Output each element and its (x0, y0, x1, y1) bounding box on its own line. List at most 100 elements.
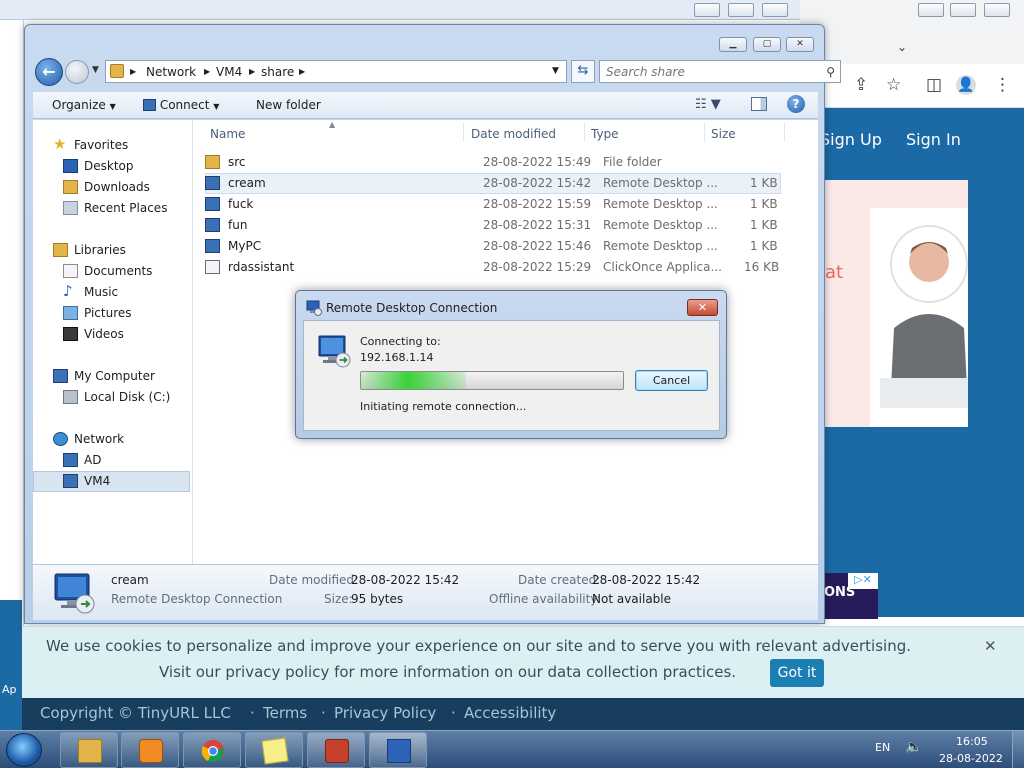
file-row-rdassistant[interactable]: rdassistant 28-08-2022 15:29 ClickOnce A… (205, 257, 781, 278)
nav-music[interactable]: ♪ Music (33, 282, 190, 303)
preview-pane-icon[interactable] (751, 97, 767, 111)
footer-privacy-link[interactable]: Privacy Policy (334, 704, 436, 722)
language-indicator[interactable]: EN (875, 741, 890, 754)
connect-label: Connect (159, 98, 210, 112)
nav-libraries[interactable]: Libraries (33, 240, 190, 261)
column-divider[interactable] (704, 122, 705, 142)
column-header-size[interactable]: Size (711, 127, 736, 141)
explorer-minimize-button[interactable]: ▁ (719, 37, 747, 52)
back-button[interactable]: ← (35, 58, 63, 86)
taskbar-remote-desktop-connection[interactable] (369, 732, 427, 768)
sign-in-link[interactable]: Sign In (906, 130, 961, 149)
breadcrumb-share[interactable]: share (261, 65, 294, 79)
recent-pages-dropdown-icon[interactable]: ▼ (92, 65, 99, 75)
nav-desktop[interactable]: Desktop (33, 156, 190, 177)
nav-vm4[interactable]: VM4 (33, 471, 190, 492)
start-button[interactable] (6, 733, 42, 767)
breadcrumb-network[interactable]: Network (146, 65, 196, 79)
footer-accessibility-link[interactable]: Accessibility (464, 704, 556, 722)
file-row-fuck[interactable]: fuck 28-08-2022 15:59 Remote Desktop ...… (205, 194, 781, 215)
help-icon[interactable]: ? (787, 95, 805, 113)
volume-icon[interactable]: 🔈 (905, 739, 922, 755)
taskbar-remote-desktop-app[interactable] (307, 732, 365, 768)
search-input[interactable] (606, 64, 816, 80)
column-divider[interactable] (784, 122, 785, 142)
maximize-button[interactable] (728, 3, 754, 17)
address-bar[interactable]: ▶ Network ▶ VM4 ▶ share ▶ ▼ (105, 60, 567, 83)
column-header-name[interactable]: Name (210, 127, 245, 141)
chrome-titlebar: ⌄ (800, 0, 1024, 64)
refresh-button[interactable]: ⇆ (571, 60, 595, 83)
chrome-close-button[interactable] (984, 3, 1010, 17)
taskbar-chrome[interactable] (183, 732, 241, 768)
nav-ad[interactable]: AD (33, 450, 190, 471)
nav-label: AD (84, 453, 102, 467)
clock-date[interactable]: 28-08-2022 (939, 752, 1003, 765)
close-button[interactable] (762, 3, 788, 17)
chrome-maximize-button[interactable] (950, 3, 976, 17)
breadcrumb-vm4[interactable]: VM4 (216, 65, 242, 79)
got-it-button[interactable]: Got it (770, 659, 824, 687)
explorer-close-button[interactable]: ✕ (786, 37, 814, 52)
column-headers: ▲ Name Date modified Type Size (193, 120, 818, 144)
nav-my-computer[interactable]: My Computer (33, 366, 190, 387)
minimize-button[interactable] (694, 3, 720, 17)
ad-close-icon[interactable]: ▷✕ (848, 573, 878, 589)
details-date-modified: 28-08-2022 15:42 (351, 573, 460, 587)
file-row-mypc[interactable]: MyPC 28-08-2022 15:46 Remote Desktop ...… (205, 236, 781, 257)
taskbar-sticky-notes[interactable] (245, 732, 303, 768)
nav-documents[interactable]: Documents (33, 261, 190, 282)
file-row-src[interactable]: src 28-08-2022 15:49 File folder (205, 152, 781, 173)
side-panel-icon[interactable]: ◫ (926, 75, 942, 95)
rdc-remote-address: 192.168.1.14 (360, 351, 434, 364)
file-row-cream[interactable]: cream 28-08-2022 15:42 Remote Desktop ..… (205, 173, 781, 194)
forward-button[interactable] (65, 60, 89, 84)
column-header-date-modified[interactable]: Date modified (471, 127, 556, 141)
show-desktop-button[interactable] (1012, 731, 1024, 768)
nav-network[interactable]: Network (33, 429, 190, 450)
nav-label: Documents (84, 264, 153, 278)
file-row-fun[interactable]: fun 28-08-2022 15:31 Remote Desktop ... … (205, 215, 781, 236)
explorer-maximize-button[interactable]: ▢ (753, 37, 781, 52)
taskbar-windows-explorer[interactable] (60, 732, 118, 768)
file-type: Remote Desktop ... (603, 239, 718, 253)
chrome-minimize-button[interactable] (918, 3, 944, 17)
column-divider[interactable] (463, 122, 464, 142)
nav-label: Libraries (74, 243, 126, 257)
file-size: 1 KB (750, 218, 778, 232)
nav-label: VM4 (84, 474, 111, 488)
connect-button[interactable]: Connect ▼ (143, 98, 219, 112)
nav-videos[interactable]: Videos (33, 324, 190, 345)
cancel-button[interactable]: Cancel (635, 370, 708, 391)
nav-label: Favorites (74, 138, 129, 152)
profile-icon[interactable]: 👤 (956, 75, 976, 95)
chevron-down-icon: ▼ (109, 102, 116, 111)
change-view-icon[interactable]: ☷ ▼ (695, 97, 721, 112)
nav-local-disk[interactable]: Local Disk (C:) (33, 387, 190, 408)
nav-downloads[interactable]: Downloads (33, 177, 190, 198)
more-menu-icon[interactable]: ⋮ (994, 75, 1011, 95)
sign-up-link[interactable]: Sign Up (820, 130, 882, 149)
rdc-connecting-label: Connecting to: (360, 335, 441, 348)
star-icon[interactable]: ☆ (886, 75, 901, 95)
clock-time[interactable]: 16:05 (956, 735, 988, 748)
nav-recent-places[interactable]: Recent Places (33, 198, 190, 219)
rdc-close-button[interactable]: ✕ (687, 299, 718, 316)
desktop-icon-label-fragment: Ap (2, 683, 17, 696)
new-folder-button[interactable]: New folder (256, 98, 321, 112)
address-dropdown-icon[interactable]: ▼ (552, 66, 559, 76)
file-date: 28-08-2022 15:31 (483, 218, 592, 232)
search-box[interactable]: ⚲ (599, 60, 841, 83)
share-icon[interactable]: ⇪ (854, 75, 868, 95)
search-icon[interactable]: ⚲ (826, 65, 835, 79)
footer-terms-link[interactable]: Terms (263, 704, 307, 722)
nav-favorites[interactable]: ★ Favorites (33, 135, 190, 156)
taskbar-media-player[interactable] (121, 732, 179, 768)
chevron-down-icon[interactable]: ⌄ (897, 40, 907, 54)
close-icon[interactable]: ✕ (984, 637, 997, 655)
nav-pictures[interactable]: Pictures (33, 303, 190, 324)
column-header-type[interactable]: Type (591, 127, 619, 141)
organize-button[interactable]: Organize ▼ (52, 98, 116, 112)
column-divider[interactable] (584, 122, 585, 142)
details-label-size: Size: (324, 592, 353, 606)
